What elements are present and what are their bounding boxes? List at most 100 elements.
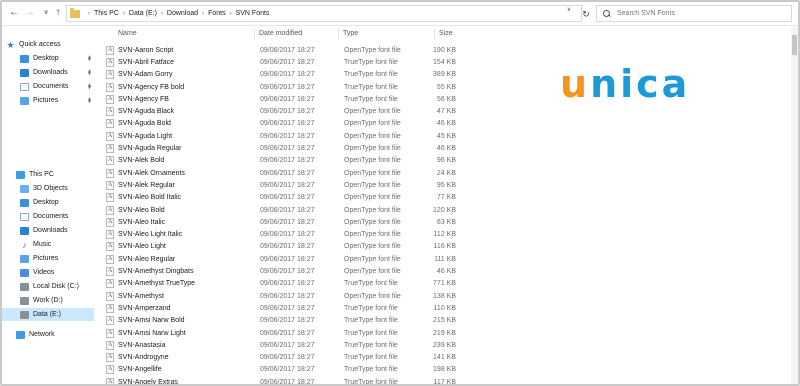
file-type: TrueType font file: [344, 354, 398, 362]
address-dropdown-chevron-icon[interactable]: ∨: [562, 5, 576, 16]
file-name: SVN-Amsi Narw Light: [118, 329, 186, 337]
file-row[interactable]: SVN-Amethyst TrueType 09/06/2017 18:27 Tru…: [100, 278, 460, 290]
nav-item-label: Quick access: [19, 41, 61, 48]
nav-item-documents-pc[interactable]: Documents: [2, 210, 94, 223]
font-file-icon: [106, 180, 114, 190]
file-row[interactable]: SVN-Angellife 09/06/2017 18:27 TrueType fo…: [100, 364, 460, 376]
file-type: TrueType font file: [344, 71, 398, 79]
breadcrumb-item[interactable]: This PC: [94, 10, 119, 17]
file-row[interactable]: SVN-Adam Gorry 09/06/2017 18:27 TrueType f…: [100, 69, 460, 81]
chevron-right-icon[interactable]: ›: [202, 11, 204, 17]
file-row[interactable]: SVN-Abril Fatface 09/06/2017 18:27 TrueTyp…: [100, 56, 460, 68]
breadcrumb-item[interactable]: Download: [167, 10, 198, 17]
file-row[interactable]: SVN-Aguda Light 09/06/2017 18:27 OpenType …: [100, 130, 460, 142]
nav-network[interactable]: Network: [2, 328, 94, 341]
font-file-icon: [106, 131, 114, 141]
file-row[interactable]: SVN-Aleo Light 09/06/2017 18:27 OpenType f…: [100, 241, 460, 253]
file-row[interactable]: SVN-Amethyst Dingbats 09/06/2017 18:27 Ope…: [100, 265, 460, 277]
file-list: SVN-Aaron Script 09/06/2017 18:27 OpenType…: [100, 44, 798, 386]
chevron-right-icon[interactable]: ›: [123, 11, 125, 17]
recent-locations-chevron-icon[interactable]: ∨: [40, 7, 52, 19]
file-row[interactable]: SVN-Amsi Narw Bold 09/06/2017 18:27 TrueTy…: [100, 315, 460, 327]
font-file-icon: [106, 279, 114, 289]
file-row[interactable]: SVN-Angely Extras 09/06/2017 18:27 TrueTyp…: [100, 376, 460, 386]
address-bar[interactable]: › This PC › Data (E:) › Download › Fonts…: [66, 5, 582, 22]
search-input[interactable]: [617, 10, 777, 17]
file-date-modified: 09/06/2017 18:27: [260, 132, 315, 140]
file-name: SVN-Angely Extras: [118, 378, 178, 386]
column-header-type[interactable]: Type: [339, 27, 435, 41]
nav-quick-access[interactable]: ★ Quick access: [2, 38, 94, 51]
nav-item-pictures[interactable]: Pictures ⧫: [2, 94, 94, 107]
file-row[interactable]: SVN-Aaron Script 09/06/2017 18:27 OpenType…: [100, 44, 460, 56]
nav-item-downloads-pc[interactable]: Downloads: [2, 224, 94, 237]
file-row[interactable]: SVN-Alek Bold 09/06/2017 18:27 OpenType fo…: [100, 155, 460, 167]
file-date-modified: 09/06/2017 18:27: [260, 181, 315, 189]
chevron-right-icon[interactable]: ›: [230, 11, 232, 17]
nav-item-work-d[interactable]: Work (D:): [2, 294, 94, 307]
column-header-size[interactable]: Size: [435, 27, 465, 41]
disk-icon: [20, 310, 29, 319]
chevron-right-icon[interactable]: ›: [161, 11, 163, 17]
file-row[interactable]: SVN-Aleo Italic 09/06/2017 18:27 OpenType …: [100, 216, 460, 228]
nav-item-3d-objects[interactable]: 3D Objects: [2, 182, 94, 195]
file-row[interactable]: SVN-Aguda Bold 09/06/2017 18:27 OpenType f…: [100, 118, 460, 130]
nav-item-videos[interactable]: Videos: [2, 266, 94, 279]
file-row[interactable]: SVN-Aguda Regular 09/06/2017 18:27 OpenTyp…: [100, 142, 460, 154]
breadcrumb-item[interactable]: Fonts: [208, 10, 226, 17]
nav-item-desktop-pc[interactable]: Desktop: [2, 196, 94, 209]
documents-icon: [20, 212, 29, 221]
file-type: TrueType font file: [344, 83, 398, 91]
file-size: 24 KB: [436, 169, 456, 177]
nav-item-desktop[interactable]: Desktop ⧫: [2, 52, 94, 65]
nav-item-pictures-pc[interactable]: Pictures: [2, 252, 94, 265]
column-header-name[interactable]: Name: [114, 27, 254, 41]
file-row[interactable]: SVN-Amethyst 09/06/2017 18:27 OpenType fon…: [100, 290, 460, 302]
file-type: OpenType font file: [344, 120, 401, 128]
nav-item-label: Pictures: [33, 97, 59, 104]
file-size: 47 KB: [436, 108, 456, 116]
font-file-icon: [106, 291, 114, 301]
file-row[interactable]: SVN-Aleo Bold 09/06/2017 18:27 OpenType fo…: [100, 204, 460, 216]
file-row[interactable]: SVN-Aleo Light Italic 09/06/2017 18:27 Ope…: [100, 229, 460, 241]
scrollbar-thumb[interactable]: [792, 35, 797, 55]
refresh-icon[interactable]: ↻: [580, 8, 592, 20]
column-header-date[interactable]: Date modified: [255, 27, 339, 41]
file-size: 198 KB: [433, 366, 456, 374]
search-box[interactable]: [596, 5, 792, 22]
file-size: 55 KB: [436, 83, 456, 91]
file-row[interactable]: SVN-Aleo Bold Italic 09/06/2017 18:27 Open…: [100, 192, 460, 204]
back-arrow-icon[interactable]: ←: [8, 7, 20, 19]
file-row[interactable]: SVN-Amsi Narw Light 09/06/2017 18:27 TrueT…: [100, 327, 460, 339]
vertical-scrollbar[interactable]: [791, 27, 798, 384]
nav-item-documents[interactable]: Documents ⧫: [2, 80, 94, 93]
file-row[interactable]: SVN-Alek Ornaments 09/06/2017 18:27 OpenTy…: [100, 167, 460, 179]
nav-item-local-disk-c[interactable]: Local Disk (C:): [2, 280, 94, 293]
file-row[interactable]: SVN-Agency FB 09/06/2017 18:27 TrueType fo…: [100, 93, 460, 105]
file-row[interactable]: SVN-Androgyne 09/06/2017 18:27 TrueType fo…: [100, 352, 460, 364]
forward-arrow-icon[interactable]: →: [24, 7, 36, 19]
file-row[interactable]: SVN-Anastasia 09/06/2017 18:27 TrueType fo…: [100, 339, 460, 351]
breadcrumb-item[interactable]: Data (E:): [129, 10, 157, 17]
file-name: SVN-Agency FB: [118, 95, 169, 103]
up-arrow-icon[interactable]: ↑: [52, 7, 64, 19]
file-date-modified: 09/06/2017 18:27: [260, 341, 315, 349]
nav-item-music[interactable]: ♪ Music: [2, 238, 94, 251]
file-name: SVN-Aguda Regular: [118, 145, 182, 153]
nav-item-label: Downloads: [33, 69, 68, 76]
file-type: TrueType font file: [344, 280, 398, 288]
file-row[interactable]: SVN-Amperzand 09/06/2017 18:27 TrueType fo…: [100, 302, 460, 314]
file-type: OpenType font file: [344, 145, 401, 153]
file-row[interactable]: SVN-Aguda Black 09/06/2017 18:27 OpenType …: [100, 106, 460, 118]
file-name: SVN-Amperzand: [118, 304, 171, 312]
breadcrumb-item[interactable]: SVN Fonts: [236, 10, 270, 17]
file-row[interactable]: SVN-Agency FB bold 09/06/2017 18:27 TrueTy…: [100, 81, 460, 93]
pin-icon: ⧫: [88, 56, 91, 62]
nav-this-pc[interactable]: This PC: [2, 168, 94, 181]
nav-item-label: Work (D:): [33, 297, 63, 304]
file-row[interactable]: SVN-Alek Regular 09/06/2017 18:27 OpenType…: [100, 179, 460, 191]
file-size: 77 KB: [436, 194, 456, 202]
nav-item-downloads[interactable]: Downloads ⧫: [2, 66, 94, 79]
file-row[interactable]: SVN-Aleo Regular 09/06/2017 18:27 OpenType…: [100, 253, 460, 265]
nav-item-data-e[interactable]: Data (E:): [2, 308, 94, 321]
